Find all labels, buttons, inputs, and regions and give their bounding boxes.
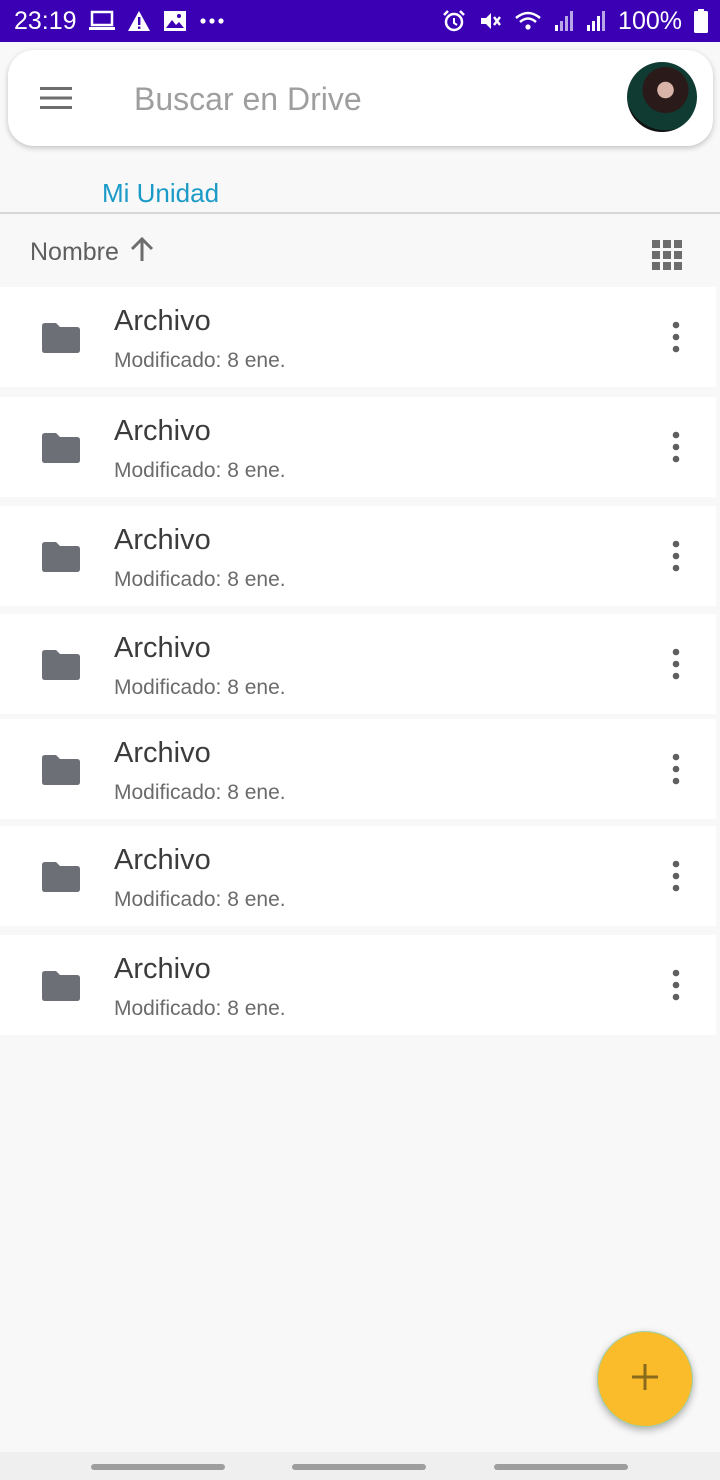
folder-icon [42,542,80,572]
list-item[interactable]: Archivo Modificado: 8 ene. [0,935,716,1035]
file-modified: Modificado: 8 ene. [114,781,286,804]
file-modified: Modificado: 8 ene. [114,349,286,372]
list-item[interactable]: Archivo Modificado: 8 ene. [0,397,716,497]
sort-label: Nombre [30,238,119,266]
file-modified: Modificado: 8 ene. [114,459,286,482]
file-modified: Modificado: 8 ene. [114,676,286,699]
status-left: 23:19 [14,7,225,36]
list-item[interactable]: Archivo Modificado: 8 ene. [0,826,716,926]
nav-pill-center[interactable] [292,1464,426,1470]
wifi-icon [514,9,542,33]
file-modified: Modificado: 8 ene. [114,997,286,1020]
list-item[interactable]: Archivo Modificado: 8 ene. [0,614,716,714]
file-name: Archivo [114,632,211,664]
more-vert-icon[interactable] [666,319,686,355]
warning-icon [127,10,151,32]
more-vert-icon[interactable] [666,967,686,1003]
folder-icon [42,862,80,892]
avatar[interactable] [627,62,697,132]
status-time: 23:19 [14,6,77,35]
file-name: Archivo [114,305,211,337]
battery-percent: 100% [618,6,682,35]
folder-icon [42,650,80,680]
more-vert-icon[interactable] [666,858,686,894]
nav-pill-left[interactable] [91,1464,225,1470]
file-modified: Modificado: 8 ene. [114,888,286,911]
mute-icon [478,9,502,33]
more-vert-icon[interactable] [666,646,686,682]
file-modified: Modificado: 8 ene. [114,568,286,591]
nav-pill-right[interactable] [494,1464,628,1470]
breadcrumb[interactable]: Mi Unidad [102,178,219,209]
status-right: 100% [442,7,708,36]
list-item[interactable]: Archivo Modificado: 8 ene. [0,287,716,387]
sort-row: Nombre [0,230,720,280]
more-vert-icon[interactable] [666,751,686,787]
more-dots-icon [199,17,225,25]
file-name: Archivo [114,415,211,447]
search-input[interactable] [134,74,594,124]
battery-icon [694,9,708,33]
status-bar: 23:19 100% [0,0,720,42]
add-button[interactable] [597,1331,693,1427]
nav-bar [0,1452,720,1480]
plus-icon [631,1363,659,1396]
file-name: Archivo [114,524,211,556]
list-item[interactable]: Archivo Modificado: 8 ene. [0,719,716,819]
alarm-icon [442,9,466,33]
signal-icon [554,10,574,32]
file-name: Archivo [114,737,211,769]
divider [0,212,720,214]
laptop-icon [88,10,115,32]
more-vert-icon[interactable] [666,429,686,465]
folder-icon [42,971,80,1001]
image-icon [163,10,187,32]
grid-view-icon[interactable] [652,240,682,270]
folder-icon [42,755,80,785]
search-bar [8,50,713,146]
folder-icon [42,323,80,353]
file-name: Archivo [114,953,211,985]
more-vert-icon[interactable] [666,538,686,574]
menu-icon[interactable] [38,84,74,112]
sort-button[interactable]: Nombre [30,234,157,271]
arrow-up-icon [127,234,157,271]
file-name: Archivo [114,844,211,876]
signal-icon [586,10,606,32]
folder-icon [42,433,80,463]
list-item[interactable]: Archivo Modificado: 8 ene. [0,506,716,606]
